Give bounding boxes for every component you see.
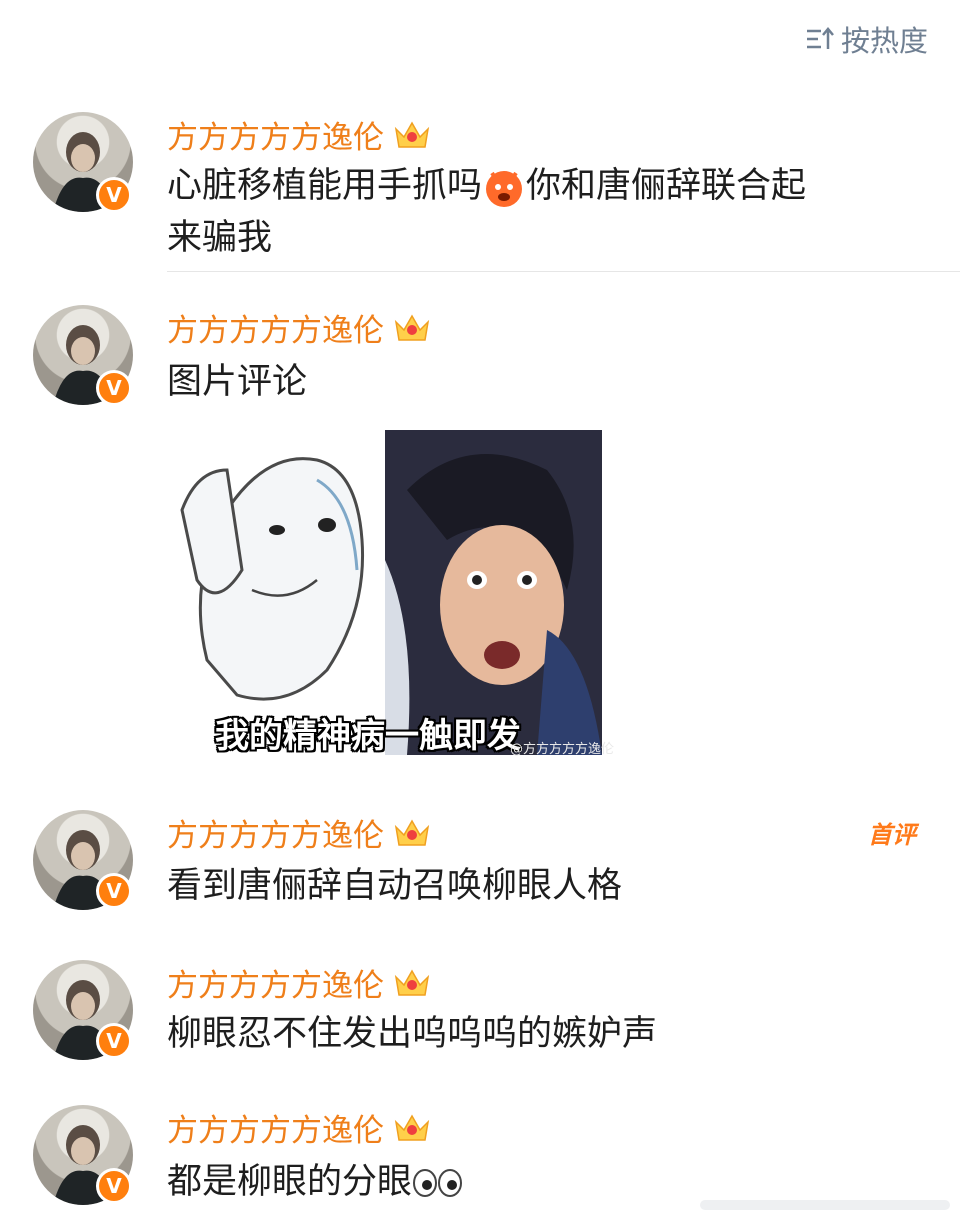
divider bbox=[167, 271, 960, 272]
meme-image bbox=[167, 430, 602, 755]
verified-badge-icon: V bbox=[96, 177, 132, 213]
comment-text: 看到唐俪辞自动召唤柳眼人格 bbox=[167, 866, 623, 906]
angry-face-emoji-icon bbox=[486, 171, 523, 207]
comment-feed: 按热度 V 方方方方方逸伦 心脏移植能用手抓吗 你和唐俪辞联合起 来骗我 V 方方… bbox=[0, 0, 960, 1230]
first-comment-badge: 首评 bbox=[868, 821, 916, 849]
sort-by-hot-button[interactable]: 按热度 bbox=[805, 18, 928, 60]
user-name[interactable]: 方方方方方逸伦 bbox=[167, 810, 432, 855]
image-caption: 我的精神病一触即发 bbox=[215, 716, 521, 756]
comment-text: 都是柳眼的分眼 bbox=[167, 1156, 464, 1208]
watermark-icon bbox=[700, 1200, 950, 1210]
user-name[interactable]: 方方方方方逸伦 bbox=[167, 112, 432, 157]
crown-icon bbox=[394, 120, 430, 148]
verified-badge-icon: V bbox=[96, 873, 132, 909]
comment-text-continued: 来骗我 bbox=[167, 218, 273, 258]
comment-text: 图片评论 bbox=[167, 362, 308, 402]
sort-icon bbox=[806, 27, 834, 49]
eyes-emoji-icon bbox=[413, 1169, 463, 1197]
user-name[interactable]: 方方方方方逸伦 bbox=[167, 1105, 432, 1150]
comment-text: 心脏移植能用手抓吗 你和唐俪辞联合起 bbox=[167, 160, 806, 212]
verified-badge-icon: V bbox=[96, 1023, 132, 1059]
user-name[interactable]: 方方方方方逸伦 bbox=[167, 305, 432, 350]
crown-icon bbox=[394, 313, 430, 341]
crown-icon bbox=[394, 1113, 430, 1141]
comment-text: 柳眼忍不住发出呜呜呜的嫉妒声 bbox=[167, 1014, 658, 1054]
verified-badge-icon: V bbox=[96, 1168, 132, 1204]
crown-icon bbox=[394, 968, 430, 996]
sort-label: 按热度 bbox=[840, 24, 928, 58]
user-name[interactable]: 方方方方方逸伦 bbox=[167, 960, 432, 1005]
image-watermark: @方方方方方逸伦 bbox=[510, 742, 615, 757]
verified-badge-icon: V bbox=[96, 370, 132, 406]
crown-icon bbox=[394, 818, 430, 846]
